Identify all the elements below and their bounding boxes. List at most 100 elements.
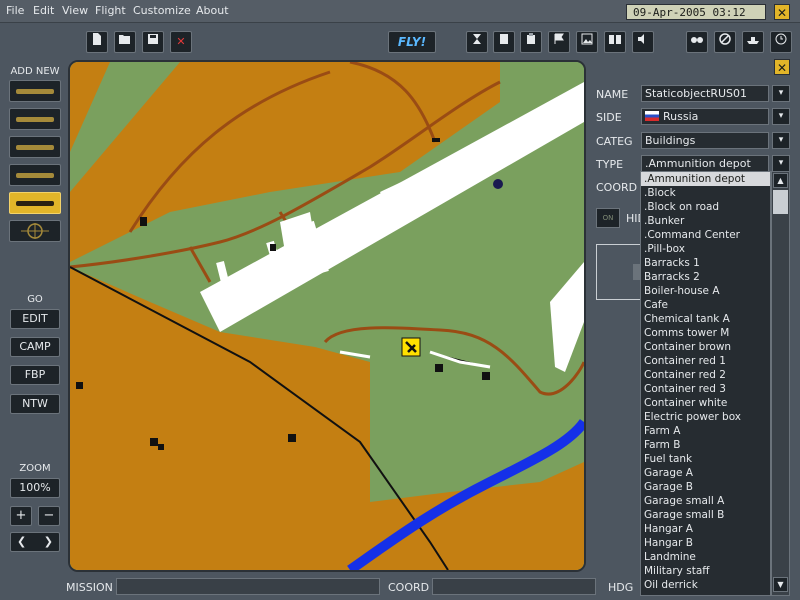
selected-object-marker[interactable] bbox=[401, 337, 421, 357]
add-ship-button[interactable] bbox=[9, 136, 61, 158]
type-list-item[interactable]: Comms tower M bbox=[641, 326, 770, 340]
go-edit-button[interactable]: EDIT bbox=[10, 309, 60, 329]
delete-icon: ✕ bbox=[176, 35, 186, 48]
save-mission-button[interactable] bbox=[142, 31, 164, 53]
name-label: NAME bbox=[596, 88, 629, 101]
type-list-item[interactable]: Container brown bbox=[641, 340, 770, 354]
type-list-item[interactable]: .Bunker bbox=[641, 214, 770, 228]
open-mission-button[interactable] bbox=[114, 31, 136, 53]
type-list-item[interactable]: .Block bbox=[641, 186, 770, 200]
go-camp-button[interactable]: CAMP bbox=[10, 337, 60, 357]
tool-button-4[interactable] bbox=[548, 31, 570, 53]
type-list-item[interactable]: Farm B bbox=[641, 438, 770, 452]
folder-icon bbox=[119, 35, 130, 44]
type-list-item[interactable]: Boiler-house A bbox=[641, 284, 770, 298]
side-label: SIDE bbox=[596, 111, 622, 124]
hide-toggle[interactable]: ON bbox=[596, 208, 620, 228]
type-list-item[interactable]: Barracks 2 bbox=[641, 270, 770, 284]
app-close-button[interactable]: ✕ bbox=[774, 4, 790, 20]
image-icon bbox=[581, 33, 593, 45]
tool-button-5[interactable] bbox=[576, 31, 598, 53]
type-list-item[interactable]: Electric power box bbox=[641, 410, 770, 424]
tool-button-8[interactable] bbox=[714, 31, 736, 53]
tool-button-1[interactable] bbox=[466, 31, 488, 53]
type-list-item[interactable]: Barracks 1 bbox=[641, 256, 770, 270]
type-list-item[interactable]: Military staff bbox=[641, 564, 770, 578]
book-icon bbox=[609, 35, 621, 44]
zoom-out-button[interactable]: − bbox=[38, 506, 60, 526]
name-field[interactable]: StaticobjectRUS01 bbox=[641, 85, 769, 102]
categ-dropdown-button[interactable]: ▾ bbox=[772, 132, 790, 149]
type-list-item[interactable]: Garage A bbox=[641, 466, 770, 480]
type-list-item[interactable]: Container red 2 bbox=[641, 368, 770, 382]
zoom-level-display[interactable]: 100% bbox=[10, 478, 60, 498]
ship-icon bbox=[16, 145, 54, 150]
type-list-item[interactable]: Chemical tank A bbox=[641, 312, 770, 326]
add-vehicle-button[interactable] bbox=[9, 164, 61, 186]
type-list-item[interactable]: .Pill-box bbox=[641, 242, 770, 256]
type-list-item[interactable]: Cafe bbox=[641, 298, 770, 312]
type-list-item[interactable]: .Command Center bbox=[641, 228, 770, 242]
type-list-item[interactable]: Hangar B bbox=[641, 536, 770, 550]
go-fbp-button[interactable]: FBP bbox=[10, 365, 60, 385]
pan-right-button[interactable]: ❯ bbox=[44, 533, 53, 551]
type-dropdown-list: .Ammunition depot .Block .Block on road .Bu… bbox=[640, 171, 771, 596]
map-canvas bbox=[70, 62, 584, 570]
clipboard-icon bbox=[527, 33, 535, 44]
menu-about[interactable]: About bbox=[196, 4, 229, 17]
delete-button[interactable]: ✕ bbox=[170, 31, 192, 53]
type-list-item[interactable]: .Ammunition depot bbox=[641, 172, 770, 186]
type-dropdown-button[interactable]: ▾ bbox=[772, 155, 790, 172]
menu-edit[interactable]: Edit bbox=[33, 4, 54, 17]
scroll-up-button[interactable]: ▲ bbox=[773, 173, 788, 188]
side-dropdown-button[interactable]: ▾ bbox=[772, 108, 790, 125]
coord-status-label: COORD bbox=[388, 581, 430, 594]
type-list-item[interactable]: Container red 1 bbox=[641, 354, 770, 368]
tool-button-3[interactable] bbox=[520, 31, 542, 53]
type-list-scrollbar[interactable]: ▲ ▼ bbox=[771, 171, 790, 596]
menu-file[interactable]: File bbox=[6, 4, 24, 17]
type-select[interactable]: .Ammunition depot bbox=[641, 155, 769, 172]
scroll-down-button[interactable]: ▼ bbox=[773, 577, 788, 592]
save-icon bbox=[148, 34, 158, 44]
add-helicopter-button[interactable] bbox=[9, 108, 61, 130]
fly-button[interactable]: FLY! bbox=[388, 31, 436, 53]
type-list-item[interactable]: Garage B bbox=[641, 480, 770, 494]
new-mission-button[interactable] bbox=[86, 31, 108, 53]
add-target-button[interactable] bbox=[9, 220, 61, 242]
add-aircraft-button[interactable] bbox=[9, 80, 61, 102]
type-list-item[interactable]: Fuel tank bbox=[641, 452, 770, 466]
datetime-display: 09-Apr-2005 03:12 bbox=[626, 4, 766, 20]
type-list-item[interactable]: Garage small A bbox=[641, 494, 770, 508]
map-object-5 bbox=[158, 444, 164, 450]
add-static-object-button[interactable] bbox=[9, 192, 61, 214]
tool-button-2[interactable] bbox=[493, 31, 515, 53]
panel-close-button[interactable]: ✕ bbox=[774, 59, 790, 75]
menu-flight[interactable]: Flight bbox=[95, 4, 126, 17]
categ-select[interactable]: Buildings bbox=[641, 132, 769, 149]
tool-button-9[interactable] bbox=[742, 31, 764, 53]
tool-button-7[interactable] bbox=[686, 31, 708, 53]
coord-status-field bbox=[432, 578, 596, 595]
pan-left-button[interactable]: ❮ bbox=[17, 533, 26, 551]
mission-map[interactable] bbox=[68, 60, 586, 572]
pan-buttons: ❮ ❯ bbox=[10, 532, 60, 552]
tool-button-10[interactable] bbox=[770, 31, 792, 53]
type-list-item[interactable]: Container red 3 bbox=[641, 382, 770, 396]
type-list-item[interactable]: Hangar A bbox=[641, 522, 770, 536]
sound-button[interactable] bbox=[632, 31, 654, 53]
side-select[interactable]: Russia bbox=[641, 108, 769, 125]
menu-view[interactable]: View bbox=[62, 4, 88, 17]
type-list-item[interactable]: Garage small B bbox=[641, 508, 770, 522]
menu-customize[interactable]: Customize bbox=[133, 4, 191, 17]
tool-button-6[interactable] bbox=[604, 31, 626, 53]
type-list-item[interactable]: Farm A bbox=[641, 424, 770, 438]
scroll-thumb[interactable] bbox=[773, 190, 788, 214]
go-ntw-button[interactable]: NTW bbox=[10, 394, 60, 414]
zoom-in-button[interactable]: + bbox=[10, 506, 32, 526]
type-list-item[interactable]: Oil derrick bbox=[641, 578, 770, 592]
type-list-item[interactable]: Container white bbox=[641, 396, 770, 410]
type-list-item[interactable]: .Block on road bbox=[641, 200, 770, 214]
name-dropdown-button[interactable]: ▾ bbox=[772, 85, 790, 102]
type-list-item[interactable]: Landmine bbox=[641, 550, 770, 564]
